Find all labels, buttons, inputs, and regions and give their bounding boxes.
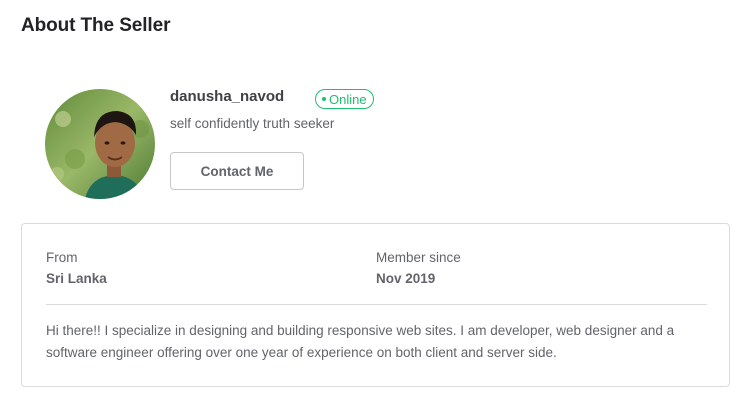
seller-stats-card: From Sri Lanka Member since Nov 2019 Hi … bbox=[21, 223, 730, 387]
section-title: About The Seller bbox=[21, 15, 171, 36]
contact-me-button[interactable]: Contact Me bbox=[170, 152, 304, 190]
from-value: Sri Lanka bbox=[46, 271, 107, 286]
seller-username[interactable]: danusha_navod bbox=[170, 88, 284, 105]
seller-avatar[interactable] bbox=[45, 89, 155, 199]
stat-from: From Sri Lanka bbox=[46, 250, 107, 286]
online-dot-icon bbox=[322, 97, 326, 101]
member-since-label: Member since bbox=[376, 250, 461, 265]
seller-description: Hi there!! I specialize in designing and… bbox=[46, 323, 675, 360]
online-status-label: Online bbox=[329, 91, 367, 107]
avatar-photo-icon bbox=[45, 89, 155, 199]
member-since-value: Nov 2019 bbox=[376, 271, 436, 286]
seller-tagline: self confidently truth seeker bbox=[170, 116, 335, 131]
stat-member-since: Member since Nov 2019 bbox=[376, 250, 461, 286]
stats-divider bbox=[46, 304, 707, 305]
from-label: From bbox=[46, 250, 78, 265]
online-status-badge: Online bbox=[315, 89, 374, 109]
